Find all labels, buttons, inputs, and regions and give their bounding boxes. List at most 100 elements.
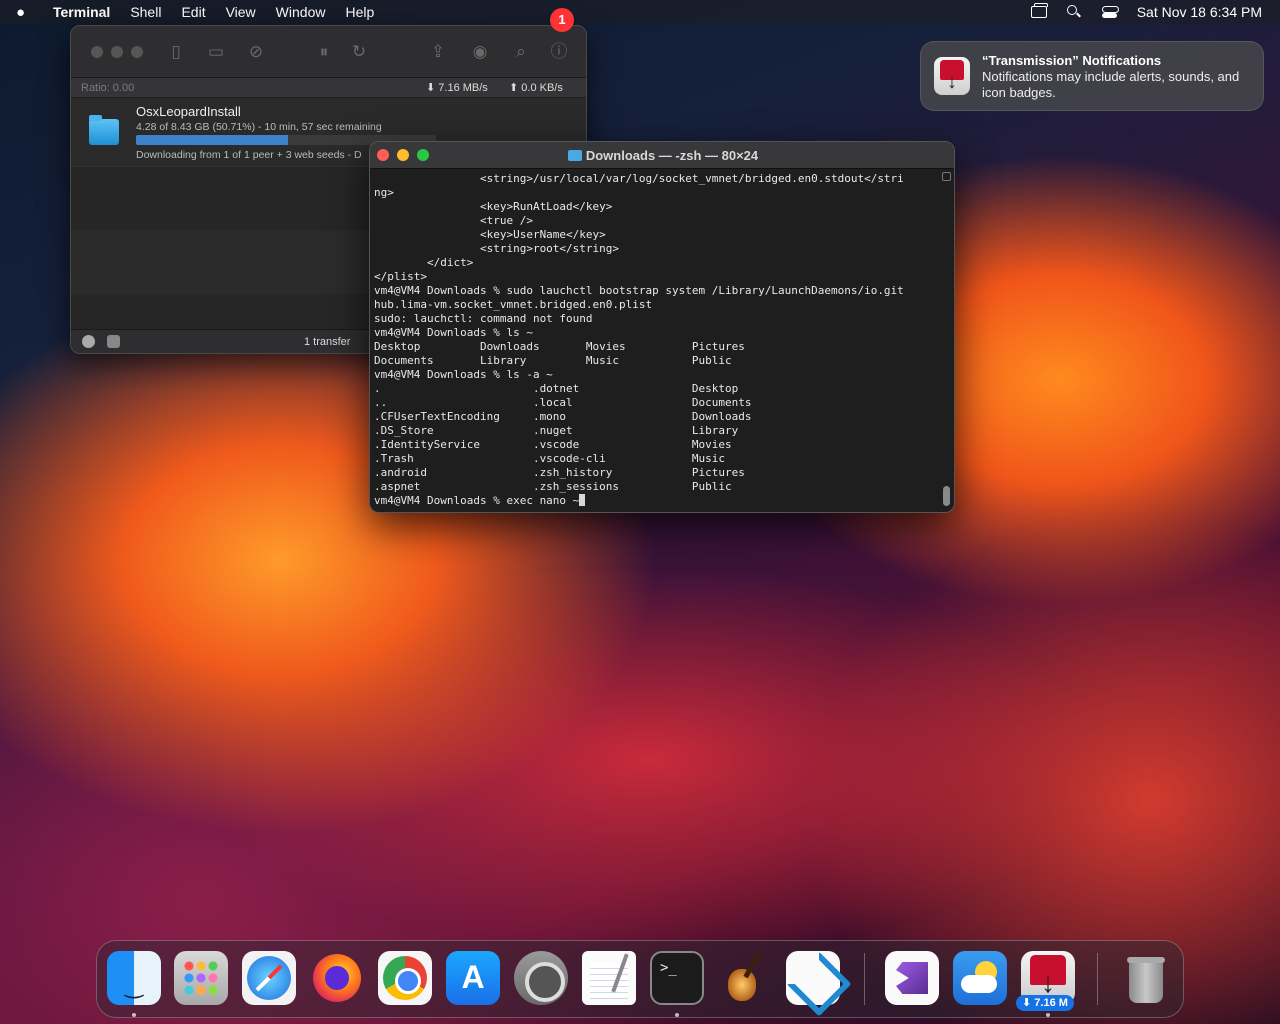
terminal-output[interactable]: <string>/usr/local/var/log/socket_vmnet/… <box>374 172 940 510</box>
menu-shell[interactable]: Shell <box>130 4 161 20</box>
terminal-line: vm4@VM4 Downloads % sudo lauchctl bootst… <box>374 284 904 297</box>
terminal-window: Downloads — -zsh — 80×24 <string>/usr/lo… <box>369 141 955 513</box>
spotlight-search-icon[interactable] <box>1065 5 1083 19</box>
download-speed: ⬇ 7.16 MB/s <box>426 81 488 94</box>
dock-separator <box>864 953 865 1005</box>
terminal-title: Downloads — -zsh — 80×24 <box>370 148 954 163</box>
terminal-line: vm4@VM4 Downloads % ls ~ <box>374 326 533 339</box>
apple-menu-icon[interactable]: ● <box>16 4 40 21</box>
transmission-stats-bar: Ratio: 0.00 ⬇ 7.16 MB/s ⬆ 0.0 KB/s <box>71 78 586 98</box>
terminal-line: .IdentityService .vscode Movies <box>374 438 732 451</box>
terminal-line: .. .local Documents <box>374 396 752 409</box>
terminal-line: <true /> <box>374 214 533 227</box>
control-center-icon[interactable] <box>1101 5 1119 19</box>
terminal-line: ng> <box>374 186 394 199</box>
dock-chrome-icon[interactable] <box>378 951 432 1005</box>
torrent-name: OsxLeopardInstall <box>136 104 241 119</box>
terminal-line: <key>UserName</key> <box>374 228 606 241</box>
running-indicator <box>1046 1013 1050 1017</box>
running-indicator <box>675 1013 679 1017</box>
action-menu-icon[interactable] <box>82 335 95 348</box>
terminal-line: .DS_Store .nuget Library <box>374 424 739 437</box>
dock-app-store-icon[interactable] <box>446 951 500 1005</box>
window-close-button[interactable] <box>91 46 103 58</box>
notification-body: Notifications may include alerts, sounds… <box>982 69 1240 100</box>
download-arrow-icon: ⬇ <box>426 82 436 94</box>
dock-garageband-icon[interactable] <box>718 951 772 1005</box>
terminal-title-bar[interactable]: Downloads — -zsh — 80×24 <box>370 142 954 169</box>
dock-trash-icon[interactable] <box>1119 951 1173 1005</box>
menu-bar: ● Terminal Shell Edit View Window Help S… <box>0 0 1280 24</box>
dock-separator <box>1097 953 1098 1005</box>
menu-window[interactable]: Window <box>276 4 326 20</box>
terminal-scrollbar[interactable] <box>942 172 951 510</box>
menu-app-name[interactable]: Terminal <box>53 4 110 20</box>
terminal-line: hub.lima-vm.socket_vmnet.bridged.en0.pli… <box>374 298 653 311</box>
download-speed-value: 7.16 MB/s <box>438 82 488 94</box>
torrent-status-text: Downloading from 1 of 1 peer + 3 web see… <box>136 149 362 161</box>
dock-firefox-icon[interactable] <box>310 951 364 1005</box>
terminal-line: .aspnet .zsh_sessions Public <box>374 480 732 493</box>
running-indicator <box>132 1013 136 1017</box>
torrent-progress-text: 4.28 of 8.43 GB (50.71%) - 10 min, 57 se… <box>136 121 382 133</box>
menu-view[interactable]: View <box>226 4 256 20</box>
terminal-current-command: vm4@VM4 Downloads % exec nano ~ <box>374 494 580 507</box>
terminal-line: <key>RunAtLoad</key> <box>374 200 613 213</box>
dock-textedit-icon[interactable] <box>582 951 636 1005</box>
turtle-speed-limit-icon[interactable] <box>107 335 120 348</box>
dock-terminal-icon[interactable] <box>650 951 704 1005</box>
window-minimize-button[interactable] <box>111 46 123 58</box>
terminal-prompt-line[interactable]: vm4@VM4 Downloads % exec nano ~ <box>374 494 940 508</box>
pause-all-icon[interactable]: ⏸ <box>314 42 334 62</box>
transmission-toolbar: ▯ ▭ ⊘ ⏸ ↻ ⇪ ◉ ⌕ ⓘ <box>71 26 586 78</box>
menu-bar-status-area: Sat Nov 18 6:34 PM <box>1030 0 1262 24</box>
dock-weather-icon[interactable] <box>953 951 1007 1005</box>
scrollbar-thumb[interactable] <box>943 486 950 506</box>
settings-notification-badge: 1 <box>550 8 574 32</box>
terminal-line: </plist> <box>374 270 427 283</box>
terminal-line: sudo: lauchctl: command not found <box>374 312 593 325</box>
transmission-app-icon <box>934 57 970 95</box>
remove-torrent-icon[interactable]: ⊘ <box>246 42 266 62</box>
upload-speed: ⬆ 0.0 KB/s <box>509 81 563 94</box>
menu-edit[interactable]: Edit <box>181 4 205 20</box>
inspector-info-icon[interactable]: ⓘ <box>549 42 569 62</box>
window-zoom-button[interactable] <box>131 46 143 58</box>
menu-help[interactable]: Help <box>345 4 374 20</box>
resume-all-icon[interactable]: ↻ <box>349 42 369 62</box>
menu-bar-clock[interactable]: Sat Nov 18 6:34 PM <box>1137 4 1262 20</box>
dock-finder-icon[interactable] <box>107 951 161 1005</box>
terminal-title-text: Downloads — -zsh — 80×24 <box>585 148 759 163</box>
dock-safari-icon[interactable] <box>242 951 296 1005</box>
ratio-label: Ratio: 0.00 <box>81 81 135 94</box>
dock-launchpad-icon[interactable] <box>174 951 228 1005</box>
terminal-line: . .dotnet Desktop <box>374 382 739 395</box>
terminal-line: Desktop Downloads Movies Pictures <box>374 340 745 353</box>
share-icon[interactable]: ⇪ <box>428 42 448 62</box>
text-cursor <box>579 494 586 506</box>
terminal-line: </dict> <box>374 256 474 269</box>
dock-vscode-icon[interactable] <box>786 951 840 1005</box>
terminal-line: <string>/usr/local/var/log/socket_vmnet/… <box>374 172 904 185</box>
open-folder-icon[interactable]: ▭ <box>206 42 226 62</box>
screen-mirroring-icon[interactable] <box>1030 3 1048 18</box>
terminal-line: Documents Library Music Public <box>374 354 732 367</box>
terminal-line: .CFUserTextEncoding .mono Downloads <box>374 410 752 423</box>
transfer-count: 1 transfer <box>304 336 351 348</box>
terminal-line: .android .zsh_history Pictures <box>374 466 745 479</box>
open-torrent-icon[interactable]: ▯ <box>166 42 186 62</box>
dock-system-settings-icon[interactable] <box>514 951 568 1005</box>
notification-banner[interactable]: “Transmission” Notifications Notificatio… <box>920 41 1264 111</box>
folder-icon <box>89 115 119 145</box>
scroll-up-icon[interactable] <box>942 172 951 181</box>
filter-search-icon[interactable]: ⌕ <box>511 42 531 62</box>
upload-speed-value: 0.0 KB/s <box>521 82 563 94</box>
upload-arrow-icon: ⬆ <box>509 82 519 94</box>
terminal-line: <string>root</string> <box>374 242 620 255</box>
notification-title: “Transmission” Notifications <box>982 53 1162 68</box>
dock-visual-studio-icon[interactable] <box>885 951 939 1005</box>
transmission-speed-badge: ⬇ 7.16 M <box>1016 995 1074 1011</box>
folder-icon <box>567 150 582 161</box>
torrent-progress-fill <box>136 135 289 145</box>
quick-look-icon[interactable]: ◉ <box>470 42 490 62</box>
